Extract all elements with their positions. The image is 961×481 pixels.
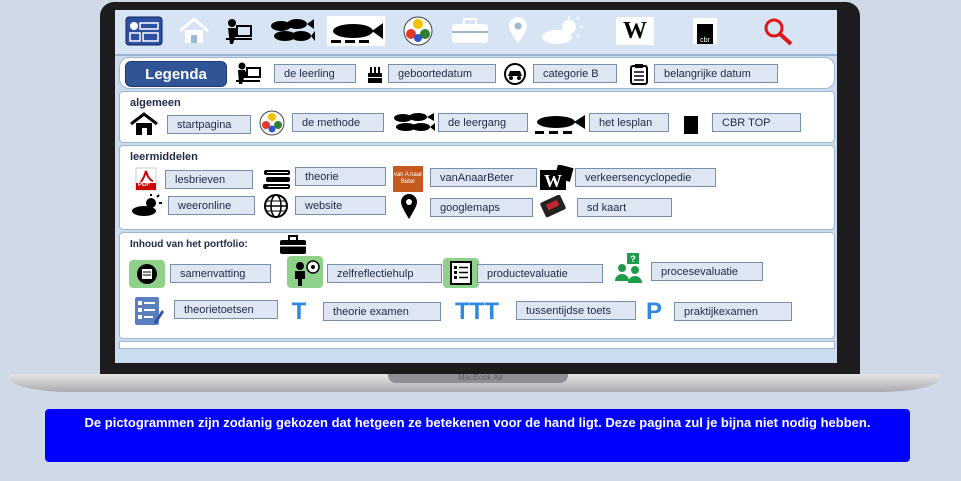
cbr-logo-text: cbr [697, 24, 713, 44]
svg-text:W: W [544, 171, 562, 191]
legend-panel: Legenda de leerling geboortedatum catego… [119, 57, 835, 89]
clipboard-icon [628, 61, 650, 87]
letter-t-icon: T [291, 298, 307, 325]
link-website[interactable]: website [295, 196, 386, 215]
section-title-leermiddelen: leermiddelen [130, 151, 198, 163]
fish-school-icon[interactable] [267, 14, 315, 48]
leermiddelen-panel: leermiddelen PDF lesbrieven theorie van … [119, 145, 835, 230]
weather-icon[interactable] [538, 14, 588, 48]
letter-p-icon: P [645, 298, 662, 325]
link-vanaanaarbeter[interactable]: vanAnaarBeter [430, 168, 537, 187]
legend-item-geboortedatum[interactable]: geboortedatum [388, 64, 496, 83]
link-theorie[interactable]: theorie [295, 167, 386, 186]
vanaanaarbeter-logo: van A naar Beter [393, 166, 423, 192]
self-reflection-icon [287, 256, 323, 288]
link-sd-kaart[interactable]: sd kaart [577, 198, 672, 217]
link-theorietoetsen[interactable]: theorietoetsen [174, 300, 278, 319]
link-samenvatting[interactable]: samenvatting [170, 264, 271, 283]
w-logo-text: W [616, 17, 654, 45]
screen: W cbr Legenda de leerling geboortedatum … [115, 10, 837, 363]
link-productevaluatie[interactable]: productevaluatie [477, 264, 603, 283]
location-pin-icon [398, 193, 420, 221]
letters-ttt-icon: TTT [455, 298, 499, 325]
briefcase-icon [278, 234, 308, 256]
legend-item-belangrijke-datum[interactable]: belangrijke datum [654, 64, 778, 83]
cbr-logo-icon [680, 114, 702, 136]
section-title-portfolio: Inhoud van het portfolio: [130, 239, 248, 250]
legend-item-de-leerling[interactable]: de leerling [274, 64, 356, 83]
legend-title: Legenda [125, 61, 227, 87]
link-de-methode[interactable]: de methode [292, 113, 384, 132]
w-logo-icon[interactable]: W [613, 14, 657, 48]
empty-panel-strip [119, 341, 835, 349]
link-googlemaps[interactable]: googlemaps [430, 198, 533, 217]
link-verkeersencyclopedie[interactable]: verkeersencyclopedie [575, 168, 716, 187]
globe-icon [261, 193, 291, 219]
link-weeronline[interactable]: weeronline [168, 196, 255, 215]
location-pin-icon[interactable] [508, 14, 528, 48]
algemeen-panel: algemeen startpagina de methode de leerg… [119, 91, 835, 143]
link-de-leergang[interactable]: de leergang [438, 113, 528, 132]
home-icon [128, 111, 160, 137]
caption-box: De pictogrammen zijn zodanig gekozen dat… [45, 409, 910, 462]
section-title-algemeen: algemeen [130, 97, 181, 109]
fish-plan-icon[interactable] [327, 14, 385, 48]
top-navigation-bar: W cbr [115, 10, 837, 56]
menu-icon[interactable] [125, 14, 163, 48]
link-cbr-top[interactable]: CBR TOP [712, 113, 801, 132]
process-evaluation-icon: ? [612, 251, 646, 285]
link-het-lesplan[interactable]: het lesplan [589, 113, 669, 132]
w-logo-icon: W [537, 164, 577, 192]
portfolio-panel: Inhoud van het portfolio: samenvatting z… [119, 232, 835, 339]
product-evaluation-icon [443, 258, 479, 288]
laptop-brand: MacBook Air [458, 373, 503, 382]
briefcase-icon[interactable] [450, 14, 490, 48]
link-lesbrieven[interactable]: lesbrieven [165, 170, 253, 189]
vanaanaarbeter-badge-text: van A naar Beter [393, 172, 423, 185]
method-wheel-icon[interactable] [403, 14, 433, 48]
weather-icon [130, 193, 164, 219]
cbr-logo-icon[interactable]: cbr [693, 14, 717, 48]
search-icon[interactable] [761, 14, 795, 48]
method-wheel-icon [258, 109, 286, 137]
sd-card-icon [537, 193, 571, 221]
student-desk-icon[interactable] [222, 14, 254, 48]
fish-school-icon [390, 109, 436, 137]
theory-tests-icon [130, 296, 166, 326]
student-desk-icon [233, 60, 263, 86]
link-theorie-examen[interactable]: theorie examen [323, 302, 441, 321]
pdf-icon: PDF [134, 166, 158, 192]
books-icon [261, 166, 293, 192]
link-procesevaluatie[interactable]: procesevaluatie [651, 262, 763, 281]
summary-icon [129, 260, 165, 288]
svg-text:?: ? [630, 254, 636, 264]
car-badge-icon [502, 61, 528, 87]
fish-plan-icon [530, 109, 588, 137]
pdf-label: PDF [138, 182, 150, 188]
home-icon[interactable] [177, 14, 211, 48]
link-startpagina[interactable]: startpagina [167, 115, 251, 134]
legend-item-categorie-b[interactable]: categorie B [533, 64, 617, 83]
link-praktijkexamen[interactable]: praktijkexamen [674, 302, 792, 321]
link-tussentijdse-toets[interactable]: tussentijdse toets [516, 301, 636, 320]
birthday-cake-icon [364, 62, 386, 86]
link-zelfreflectiehulp[interactable]: zelfreflectiehulp [327, 264, 442, 283]
